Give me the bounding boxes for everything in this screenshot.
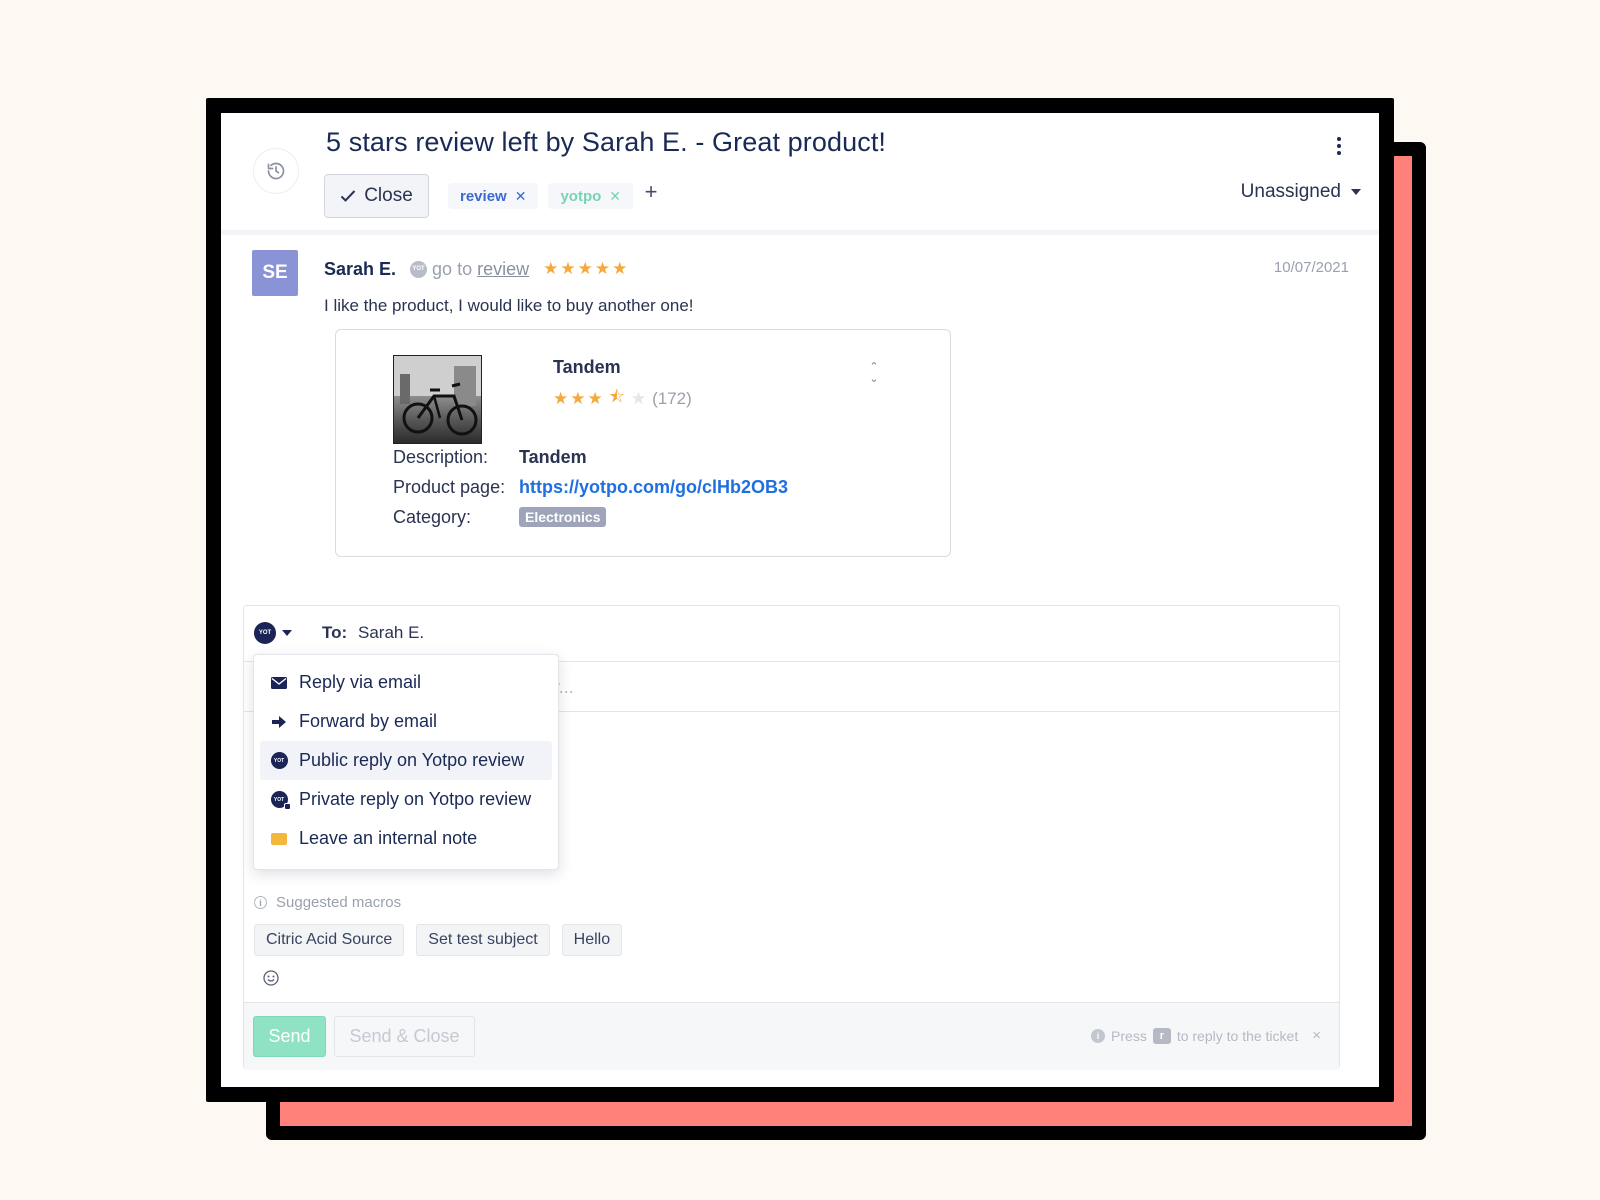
- recipient-name[interactable]: Sarah E.: [358, 623, 424, 643]
- product-stars: ★★★: [553, 388, 605, 408]
- goto-review-link[interactable]: review: [477, 259, 529, 280]
- forward-arrow-icon: [270, 713, 288, 731]
- menu-item-label: Reply via email: [299, 672, 422, 692]
- keyboard-hint: i Press r to reply to the ticket ×: [1091, 1027, 1321, 1044]
- send-button[interactable]: Send: [253, 1016, 326, 1057]
- macro-button[interactable]: Set test subject: [416, 924, 550, 956]
- product-image: [393, 355, 482, 444]
- product-name: Tandem: [553, 357, 621, 377]
- tag-label: review: [460, 187, 507, 205]
- product-rating: ★★★ ⯪ ★ (172): [553, 384, 692, 413]
- dismiss-hint-icon[interactable]: ×: [1312, 1027, 1321, 1044]
- ticket-title: 5 stars review left by Sarah E. - Great …: [326, 127, 887, 157]
- history-button[interactable]: [253, 148, 299, 194]
- product-card: Tandem ★★★ ⯪ ★ (172) ⌃ ⌄ Description: Tan…: [335, 329, 951, 557]
- note-icon: [270, 830, 288, 848]
- info-icon: i: [1091, 1028, 1106, 1043]
- to-label: To:: [322, 623, 348, 642]
- history-icon: [267, 162, 285, 180]
- tag-list: review ✕ yotpo ✕: [448, 183, 633, 209]
- reply-composer: YOT To: Sarah E. Reply via email Forward…: [243, 605, 1340, 1070]
- category-badge: Electronics: [519, 507, 607, 527]
- assignee-dropdown[interactable]: Unassigned: [1241, 181, 1361, 203]
- caret-down-icon: [282, 630, 292, 636]
- check-icon: [340, 190, 356, 202]
- composer-footer: Send Send & Close i Press r to reply to …: [244, 1002, 1339, 1070]
- header-divider: [221, 230, 1379, 235]
- description-row: Description: Tandem: [393, 444, 587, 470]
- assignee-label: Unassigned: [1240, 181, 1341, 202]
- menu-item-reply-email[interactable]: Reply via email: [260, 663, 552, 702]
- expand-collapse-icon[interactable]: ⌃ ⌄: [867, 361, 881, 385]
- hint-key: r: [1152, 1027, 1171, 1044]
- description-label: Description:: [393, 446, 489, 467]
- caret-down-icon: [1351, 189, 1361, 195]
- macro-button[interactable]: Citric Acid Source: [254, 924, 405, 956]
- message-date: 10/07/2021: [1273, 259, 1349, 276]
- more-options-icon[interactable]: [1331, 133, 1347, 159]
- remove-tag-icon[interactable]: ✕: [515, 188, 527, 205]
- tag-review[interactable]: review ✕: [448, 183, 539, 209]
- macros-heading-label: Suggested macros: [276, 894, 402, 911]
- yotpo-icon: YOT: [410, 260, 428, 278]
- macro-button[interactable]: Hello: [561, 924, 623, 956]
- sender-name[interactable]: Sarah E.: [324, 259, 396, 280]
- avatar: SE: [252, 250, 298, 296]
- envelope-icon: [270, 674, 288, 692]
- category-label: Category:: [393, 506, 472, 527]
- menu-item-internal-note[interactable]: Leave an internal note: [260, 819, 552, 858]
- menu-item-label: Leave an internal note: [299, 828, 478, 848]
- product-page-row: Product page: https://yotpo.com/go/clHb2…: [393, 474, 788, 500]
- remove-tag-icon[interactable]: ✕: [609, 188, 621, 205]
- tag-yotpo[interactable]: yotpo ✕: [548, 183, 633, 209]
- macro-list: Citric Acid Source Set test subject Hell…: [254, 924, 623, 956]
- hint-prefix: Press: [1111, 1027, 1147, 1044]
- review-stars: ★★★★★: [543, 259, 630, 278]
- send-and-close-button[interactable]: Send & Close: [334, 1016, 475, 1057]
- info-icon: i: [254, 896, 267, 909]
- review-count: (172): [652, 388, 692, 408]
- close-label: Close: [364, 185, 413, 206]
- menu-item-private-yotpo[interactable]: YOT Private reply on Yotpo review: [260, 780, 552, 819]
- emoji-icon[interactable]: [262, 969, 280, 987]
- hint-suffix: to reply to the ticket: [1176, 1027, 1299, 1044]
- menu-item-label: Private reply on Yotpo review: [299, 789, 532, 809]
- goto-prefix: go to: [432, 258, 473, 279]
- yotpo-private-icon: YOT: [270, 791, 291, 810]
- yotpo-icon: YOT: [254, 622, 276, 644]
- channel-selector[interactable]: YOT: [254, 622, 292, 644]
- product-page-label: Product page:: [393, 476, 506, 497]
- channel-menu: Reply via email Forward by email YOT Pub…: [253, 654, 559, 870]
- menu-item-label: Forward by email: [299, 711, 438, 731]
- tag-label: yotpo: [560, 187, 602, 205]
- suggested-macros-heading: i Suggested macros: [254, 894, 401, 911]
- half-star-icon: ⯪: [608, 387, 627, 406]
- empty-star-icon: ★: [630, 388, 647, 408]
- close-ticket-button[interactable]: Close: [324, 174, 429, 218]
- message-header: Sarah E. YOT go to review ★★★★★: [324, 256, 629, 282]
- menu-item-forward-email[interactable]: Forward by email: [260, 702, 552, 741]
- yotpo-icon: YOT: [270, 752, 288, 770]
- message-body: I like the product, I would like to buy …: [324, 296, 694, 315]
- add-tag-button[interactable]: +: [641, 179, 661, 205]
- menu-item-public-yotpo[interactable]: YOT Public reply on Yotpo review: [260, 741, 552, 780]
- product-page-link[interactable]: https://yotpo.com/go/clHb2OB3: [519, 477, 788, 498]
- category-row: Category: Electronics: [393, 504, 607, 530]
- goto-review: YOT go to review: [410, 259, 529, 280]
- description-value: Tandem: [519, 446, 587, 467]
- menu-item-label: Public reply on Yotpo review: [299, 750, 525, 770]
- ticket-window: 5 stars review left by Sarah E. - Great …: [221, 113, 1379, 1087]
